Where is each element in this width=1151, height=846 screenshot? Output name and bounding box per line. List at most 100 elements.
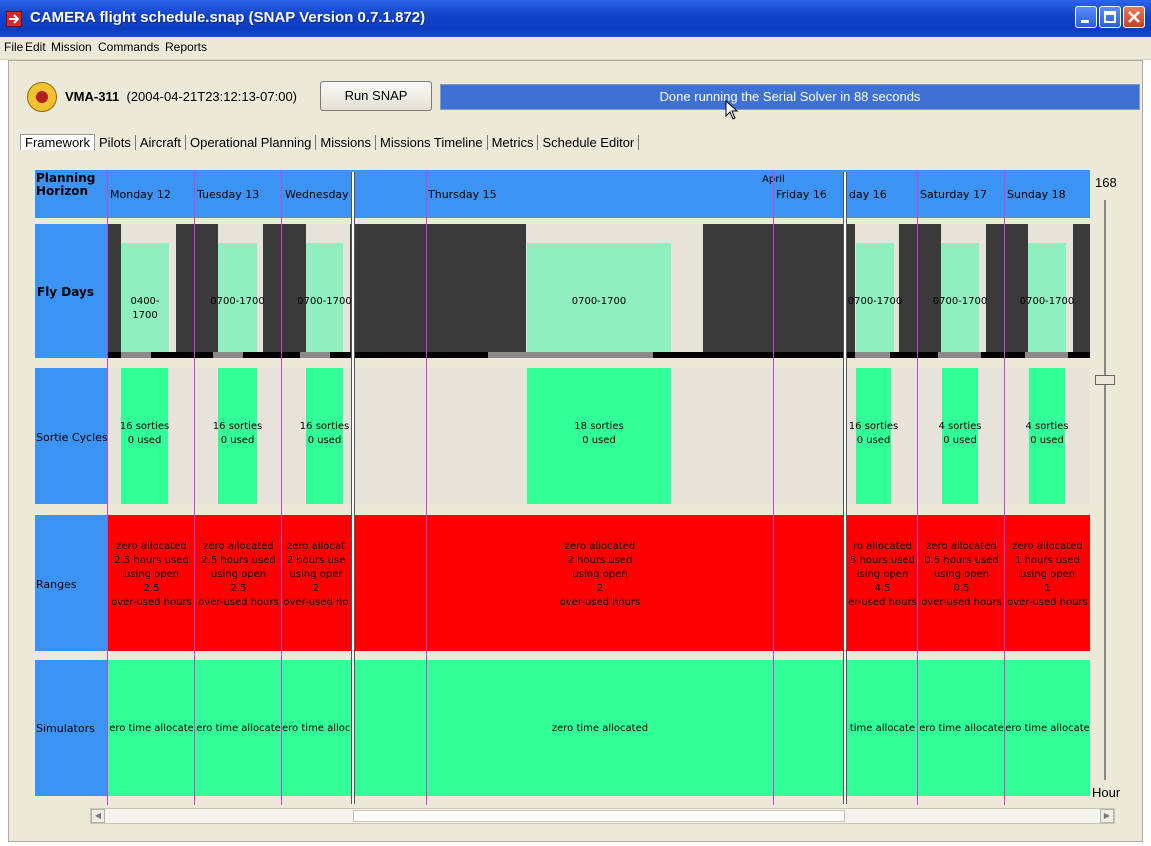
close-icon — [1128, 11, 1140, 23]
day-label: Sunday 18 — [1007, 188, 1066, 201]
close-button[interactable] — [1123, 6, 1145, 28]
fly-days-strip-segment — [938, 352, 981, 358]
range-block: zero allocated 2.5 hours used using open 2.… — [198, 541, 279, 608]
timestamp: (2004-04-21T23:12:13-07:00) — [126, 89, 297, 104]
horizontal-scrollbar[interactable]: ◀ ▶ — [90, 808, 1115, 824]
sortie-block: 4 sorties 0 used — [1025, 368, 1069, 504]
fly-days-strip-segment — [121, 352, 151, 358]
simulator-block: ero time allocate — [1005, 723, 1090, 734]
fly-window: 0700-1700 — [527, 243, 671, 352]
fly-days-strip-segment — [855, 352, 890, 358]
range-block: ro allocated 5 hours used ising open 4.5 er-… — [848, 541, 917, 608]
range-block: zero allocated 2 hours used using open 2 ove… — [559, 541, 641, 608]
fly-window: 0700-1700 — [297, 243, 352, 352]
menu-mission[interactable]: Mission — [51, 40, 92, 54]
planning-horizon-label: Planning Horizon — [36, 171, 96, 198]
menu-file[interactable]: File — [4, 40, 23, 54]
night-block — [986, 224, 1028, 352]
run-snap-button[interactable]: Run SNAP — [320, 81, 432, 111]
simulator-block: ero time allocate — [919, 723, 1004, 734]
tab-framework[interactable]: Framework — [20, 134, 96, 150]
day-divider — [107, 170, 108, 805]
simulator-block: ero time allocate — [196, 723, 281, 734]
day-label: Wednesday 1 — [285, 188, 352, 201]
range-block: zero allocat 2 hours use using oper 2 over-u… — [283, 541, 349, 608]
day-divider — [773, 170, 774, 805]
tab-pilots[interactable]: Pilots — [95, 135, 136, 150]
sortie-cycles-label: Sortie Cycles — [36, 431, 108, 444]
night-block — [176, 224, 218, 352]
unit-info: VMA-311 (2004-04-21T23:12:13-07:00) — [65, 89, 297, 104]
fly-days-strip-segment — [213, 352, 243, 358]
tab-missions[interactable]: Missions — [316, 135, 376, 150]
range-block: zero allocated 1 hours used using open 1 ove… — [1007, 541, 1088, 608]
night-block — [108, 224, 121, 352]
menu-commands[interactable]: Commands — [98, 40, 159, 54]
fly-window: 0700-1700 — [1020, 243, 1074, 352]
window-right-handle[interactable] — [843, 172, 847, 804]
night-block — [350, 224, 526, 352]
tab-aircraft[interactable]: Aircraft — [136, 135, 186, 150]
simulators-label: Simulators — [36, 722, 95, 735]
window-left-handle[interactable] — [351, 172, 355, 804]
simulator-block: ero time allocate — [109, 723, 194, 734]
scroll-left-button[interactable]: ◀ — [91, 809, 105, 823]
fly-window: 0700-1700 — [933, 243, 987, 352]
fly-days-label: Fly Days — [37, 285, 94, 299]
minimize-icon — [1081, 20, 1089, 23]
day-label: Saturday 17 — [920, 188, 988, 201]
tab-strip: Framework Pilots Aircraft Operational Plann… — [20, 134, 640, 154]
squadron-logo — [27, 82, 57, 112]
night-block — [263, 224, 306, 352]
day-divider — [917, 170, 918, 805]
day-label: Tuesday 13 — [197, 188, 260, 201]
airplane-icon — [6, 11, 22, 27]
window-title: CAMERA flight schedule.snap (SNAP Versio… — [30, 9, 426, 26]
tab-schedule-editor[interactable]: Schedule Editor — [538, 135, 640, 150]
day-divider — [194, 170, 195, 805]
fly-days-strip-segment — [488, 352, 653, 358]
night-block — [703, 224, 855, 352]
tab-operational-planning[interactable]: Operational Planning — [186, 135, 317, 150]
night-block — [1073, 224, 1090, 352]
sortie-block: 16 sorties 0 used — [213, 368, 262, 504]
sortie-block: 16 sorties 0 used — [849, 368, 898, 504]
day-divider — [281, 170, 282, 805]
menu-edit[interactable]: Edit — [25, 40, 46, 54]
fly-days-strip-segment — [1025, 352, 1068, 358]
simulator-block: ero time alloc — [282, 723, 350, 734]
range-block: zero allocated 0.5 hours used using open 0.… — [921, 541, 1002, 608]
fly-window: 0700-1700 — [848, 243, 902, 352]
tab-metrics[interactable]: Metrics — [488, 135, 539, 150]
simulator-block: time allocate — [849, 723, 916, 734]
day-label: Thursday 15 — [428, 188, 497, 201]
mouse-cursor-icon — [725, 100, 739, 120]
day-label: day 16 — [849, 188, 887, 201]
fly-window: 0400-1700 — [121, 243, 169, 352]
fly-days-strip-segment — [300, 352, 330, 358]
day-divider — [426, 170, 427, 805]
menu-reports[interactable]: Reports — [165, 40, 207, 54]
scroll-thumb[interactable] — [353, 810, 845, 822]
status-bar: Done running the Serial Solver in 88 sec… — [440, 84, 1140, 110]
sortie-block: 4 sorties 0 used — [938, 368, 982, 504]
zoom-slider-thumb[interactable] — [1095, 375, 1115, 385]
sortie-block: 18 sorties 0 used — [527, 368, 671, 504]
day-divider — [1004, 170, 1005, 805]
simulator-block: zero time allocated — [551, 723, 649, 734]
range-block: zero allocated 2.5 hours used using open 2.… — [111, 541, 192, 608]
maximize-button[interactable] — [1099, 6, 1121, 28]
ranges-label: Ranges — [36, 578, 77, 591]
day-label: Friday 16 — [776, 188, 827, 201]
tab-missions-timeline[interactable]: Missions Timeline — [376, 135, 488, 150]
day-label: Monday 12 — [110, 188, 171, 201]
sortie-block: 16 sorties 0 used — [120, 368, 169, 504]
night-block — [899, 224, 941, 352]
scroll-right-button[interactable]: ▶ — [1100, 809, 1114, 823]
minimize-button[interactable] — [1075, 6, 1097, 28]
maximize-icon — [1104, 11, 1116, 23]
unit-name: VMA-311 — [65, 89, 120, 104]
fly-window: 0700-1700 — [210, 243, 265, 352]
zoom-slider-track[interactable] — [1104, 200, 1106, 780]
sortie-block: 16 sorties 0 used — [300, 368, 349, 504]
